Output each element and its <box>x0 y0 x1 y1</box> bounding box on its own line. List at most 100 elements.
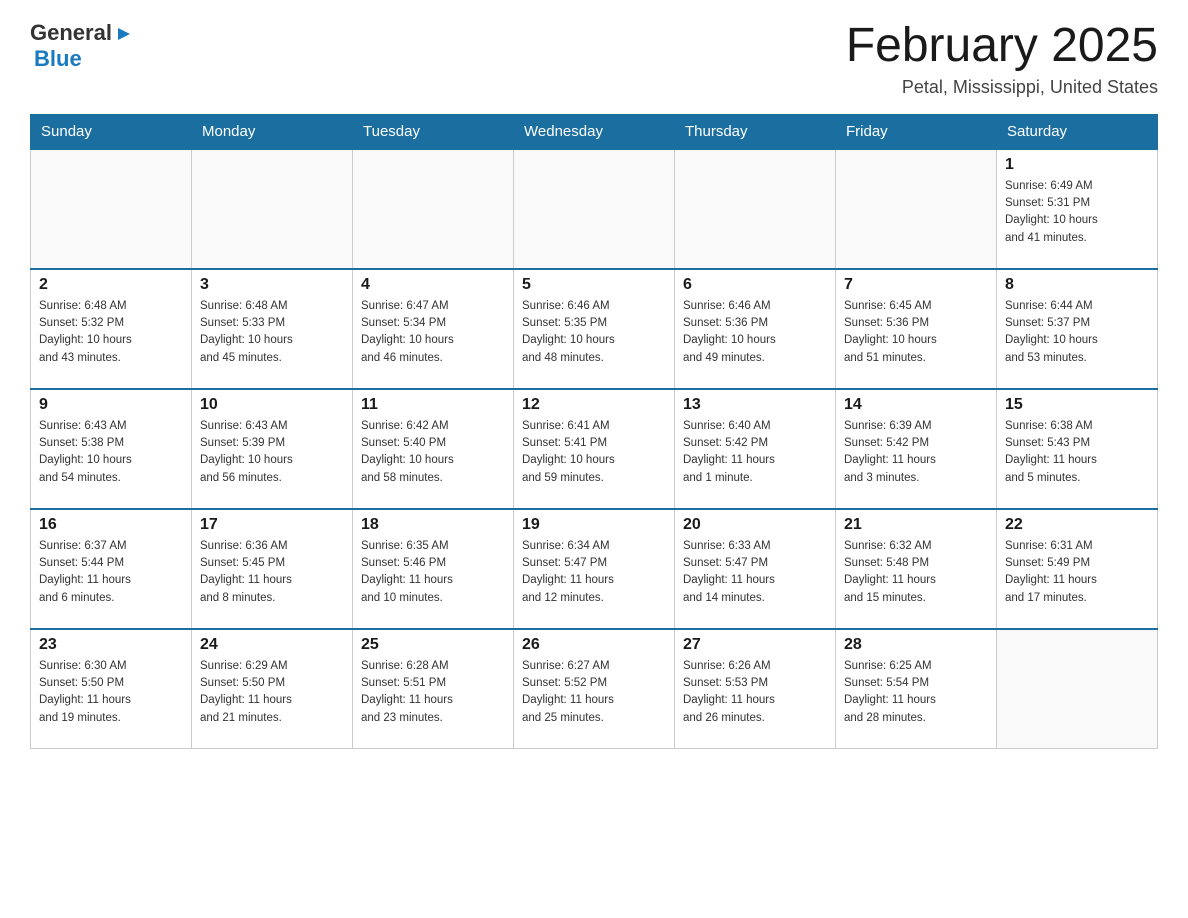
day-number: 25 <box>361 636 505 654</box>
day-number: 23 <box>39 636 183 654</box>
weekday-header-saturday: Saturday <box>997 114 1158 149</box>
day-number: 20 <box>683 516 827 534</box>
logo-general-text: General <box>30 20 112 46</box>
calendar-week-3: 9Sunrise: 6:43 AM Sunset: 5:38 PM Daylig… <box>31 389 1158 509</box>
day-info: Sunrise: 6:48 AM Sunset: 5:33 PM Dayligh… <box>200 298 344 367</box>
calendar-cell: 15Sunrise: 6:38 AM Sunset: 5:43 PM Dayli… <box>997 389 1158 509</box>
day-info: Sunrise: 6:36 AM Sunset: 5:45 PM Dayligh… <box>200 538 344 607</box>
calendar-table: SundayMondayTuesdayWednesdayThursdayFrid… <box>30 114 1158 750</box>
weekday-header-thursday: Thursday <box>675 114 836 149</box>
day-number: 18 <box>361 516 505 534</box>
calendar-cell: 3 Sunrise: 6:48 AM Sunset: 5:33 PM Daylig… <box>192 269 353 389</box>
calendar-cell: 10Sunrise: 6:43 AM Sunset: 5:39 PM Dayli… <box>192 389 353 509</box>
day-number: 14 <box>844 396 988 414</box>
day-number: 6 <box>683 276 827 294</box>
day-number: 8 <box>1005 276 1149 294</box>
calendar-cell: 19 Sunrise: 6:34 AM Sunset: 5:47 PM Dayli… <box>514 509 675 629</box>
day-info: Sunrise: 6:43 AM Sunset: 5:39 PM Dayligh… <box>200 418 344 487</box>
day-info: Sunrise: 6:37 AM Sunset: 5:44 PM Dayligh… <box>39 538 183 607</box>
calendar-cell: 28 Sunrise: 6:25 AM Sunset: 5:54 PM Dayli… <box>836 629 997 749</box>
calendar-week-1: 1 Sunrise: 6:49 AM Sunset: 5:31 PM Daylig… <box>31 149 1158 269</box>
calendar-cell: 25 Sunrise: 6:28 AM Sunset: 5:51 PM Dayli… <box>353 629 514 749</box>
day-info: Sunrise: 6:45 AM Sunset: 5:36 PM Dayligh… <box>844 298 988 367</box>
calendar-cell: 27 Sunrise: 6:26 AM Sunset: 5:53 PM Dayli… <box>675 629 836 749</box>
day-number: 11 <box>361 396 505 414</box>
day-info: Sunrise: 6:38 AM Sunset: 5:43 PM Dayligh… <box>1005 418 1149 487</box>
day-number: 19 <box>522 516 666 534</box>
calendar-body: 1 Sunrise: 6:49 AM Sunset: 5:31 PM Daylig… <box>31 149 1158 749</box>
calendar-cell <box>31 149 192 269</box>
day-number: 1 <box>1005 156 1149 174</box>
day-number: 27 <box>683 636 827 654</box>
day-info: Sunrise: 6:28 AM Sunset: 5:51 PM Dayligh… <box>361 658 505 727</box>
day-number: 5 <box>522 276 666 294</box>
calendar-cell: 7 Sunrise: 6:45 AM Sunset: 5:36 PM Daylig… <box>836 269 997 389</box>
calendar-cell: 8Sunrise: 6:44 AM Sunset: 5:37 PM Daylig… <box>997 269 1158 389</box>
day-info: Sunrise: 6:46 AM Sunset: 5:36 PM Dayligh… <box>683 298 827 367</box>
day-info: Sunrise: 6:31 AM Sunset: 5:49 PM Dayligh… <box>1005 538 1149 607</box>
calendar-cell: 11 Sunrise: 6:42 AM Sunset: 5:40 PM Dayli… <box>353 389 514 509</box>
calendar-cell: 4Sunrise: 6:47 AM Sunset: 5:34 PM Daylig… <box>353 269 514 389</box>
calendar-week-4: 16Sunrise: 6:37 AM Sunset: 5:44 PM Dayli… <box>31 509 1158 629</box>
weekday-header-friday: Friday <box>836 114 997 149</box>
day-number: 12 <box>522 396 666 414</box>
calendar-cell <box>192 149 353 269</box>
calendar-cell <box>836 149 997 269</box>
calendar-cell: 13 Sunrise: 6:40 AM Sunset: 5:42 PM Dayli… <box>675 389 836 509</box>
calendar-cell <box>997 629 1158 749</box>
day-info: Sunrise: 6:40 AM Sunset: 5:42 PM Dayligh… <box>683 418 827 487</box>
calendar-cell <box>353 149 514 269</box>
location-text: Petal, Mississippi, United States <box>846 77 1158 98</box>
day-number: 13 <box>683 396 827 414</box>
day-info: Sunrise: 6:39 AM Sunset: 5:42 PM Dayligh… <box>844 418 988 487</box>
calendar-cell: 18 Sunrise: 6:35 AM Sunset: 5:46 PM Dayli… <box>353 509 514 629</box>
calendar-week-5: 23 Sunrise: 6:30 AM Sunset: 5:50 PM Dayli… <box>31 629 1158 749</box>
day-number: 21 <box>844 516 988 534</box>
day-info: Sunrise: 6:48 AM Sunset: 5:32 PM Dayligh… <box>39 298 183 367</box>
month-title: February 2025 <box>846 20 1158 73</box>
weekday-header-wednesday: Wednesday <box>514 114 675 149</box>
day-info: Sunrise: 6:46 AM Sunset: 5:35 PM Dayligh… <box>522 298 666 367</box>
calendar-cell: 5 Sunrise: 6:46 AM Sunset: 5:35 PM Daylig… <box>514 269 675 389</box>
calendar-cell: 24Sunrise: 6:29 AM Sunset: 5:50 PM Dayli… <box>192 629 353 749</box>
day-number: 17 <box>200 516 344 534</box>
day-info: Sunrise: 6:25 AM Sunset: 5:54 PM Dayligh… <box>844 658 988 727</box>
day-info: Sunrise: 6:27 AM Sunset: 5:52 PM Dayligh… <box>522 658 666 727</box>
calendar-week-2: 2 Sunrise: 6:48 AM Sunset: 5:32 PM Daylig… <box>31 269 1158 389</box>
logo-triangle-icon <box>114 25 132 43</box>
calendar-cell: 21 Sunrise: 6:32 AM Sunset: 5:48 PM Dayli… <box>836 509 997 629</box>
logo-blue-text: Blue <box>34 46 82 71</box>
calendar-cell: 2 Sunrise: 6:48 AM Sunset: 5:32 PM Daylig… <box>31 269 192 389</box>
day-info: Sunrise: 6:29 AM Sunset: 5:50 PM Dayligh… <box>200 658 344 727</box>
calendar-cell: 12 Sunrise: 6:41 AM Sunset: 5:41 PM Dayli… <box>514 389 675 509</box>
day-info: Sunrise: 6:26 AM Sunset: 5:53 PM Dayligh… <box>683 658 827 727</box>
day-info: Sunrise: 6:33 AM Sunset: 5:47 PM Dayligh… <box>683 538 827 607</box>
day-number: 4 <box>361 276 505 294</box>
weekday-header-tuesday: Tuesday <box>353 114 514 149</box>
calendar-header-row: SundayMondayTuesdayWednesdayThursdayFrid… <box>31 114 1158 149</box>
day-number: 22 <box>1005 516 1149 534</box>
weekday-header-sunday: Sunday <box>31 114 192 149</box>
day-info: Sunrise: 6:32 AM Sunset: 5:48 PM Dayligh… <box>844 538 988 607</box>
calendar-cell: 16Sunrise: 6:37 AM Sunset: 5:44 PM Dayli… <box>31 509 192 629</box>
day-number: 28 <box>844 636 988 654</box>
day-number: 2 <box>39 276 183 294</box>
day-info: Sunrise: 6:49 AM Sunset: 5:31 PM Dayligh… <box>1005 178 1149 247</box>
day-number: 3 <box>200 276 344 294</box>
calendar-cell: 14 Sunrise: 6:39 AM Sunset: 5:42 PM Dayli… <box>836 389 997 509</box>
weekday-header-monday: Monday <box>192 114 353 149</box>
title-area: February 2025 Petal, Mississippi, United… <box>846 20 1158 98</box>
day-info: Sunrise: 6:42 AM Sunset: 5:40 PM Dayligh… <box>361 418 505 487</box>
day-number: 7 <box>844 276 988 294</box>
day-info: Sunrise: 6:43 AM Sunset: 5:38 PM Dayligh… <box>39 418 183 487</box>
calendar-cell: 17 Sunrise: 6:36 AM Sunset: 5:45 PM Dayli… <box>192 509 353 629</box>
calendar-cell: 9Sunrise: 6:43 AM Sunset: 5:38 PM Daylig… <box>31 389 192 509</box>
calendar-cell: 23 Sunrise: 6:30 AM Sunset: 5:50 PM Dayli… <box>31 629 192 749</box>
day-info: Sunrise: 6:35 AM Sunset: 5:46 PM Dayligh… <box>361 538 505 607</box>
calendar-cell: 26 Sunrise: 6:27 AM Sunset: 5:52 PM Dayli… <box>514 629 675 749</box>
day-info: Sunrise: 6:41 AM Sunset: 5:41 PM Dayligh… <box>522 418 666 487</box>
day-info: Sunrise: 6:30 AM Sunset: 5:50 PM Dayligh… <box>39 658 183 727</box>
calendar-cell: 22 Sunrise: 6:31 AM Sunset: 5:49 PM Dayli… <box>997 509 1158 629</box>
day-number: 26 <box>522 636 666 654</box>
day-info: Sunrise: 6:34 AM Sunset: 5:47 PM Dayligh… <box>522 538 666 607</box>
